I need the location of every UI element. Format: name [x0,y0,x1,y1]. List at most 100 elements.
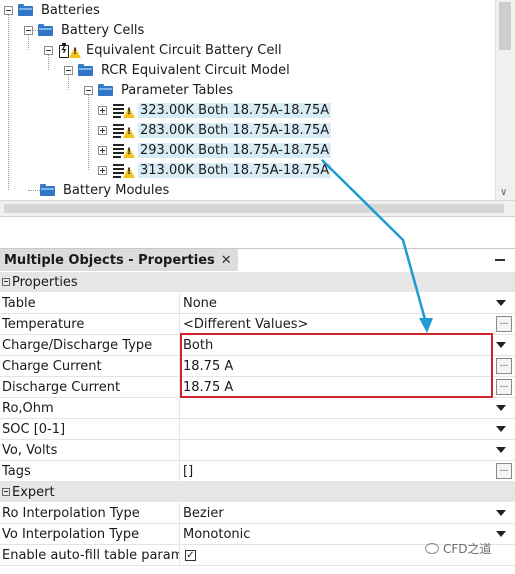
property-value[interactable]: Bezier [180,503,515,523]
ellipsis-button[interactable]: ... [496,316,512,332]
collapse-icon[interactable] [24,25,33,35]
ellipsis-button[interactable]: ... [496,358,512,374]
dropdown-arrow-icon[interactable] [496,405,506,411]
warning-icon [123,166,135,178]
expand-icon[interactable] [98,165,107,175]
tree-item-table-293k[interactable]: 293.00K Both 18.75A-18.75A [98,140,332,160]
tree-item-table-313k[interactable]: 313.00K Both 18.75A-18.75A [98,160,332,180]
value-text: Bezier [183,505,224,521]
tree-item-battery-modules[interactable]: Battery Modules [40,180,171,200]
property-name: Ro Interpolation Type [0,503,180,523]
tree-item-label: Battery Cells [61,22,145,38]
close-icon[interactable]: ✕ [221,253,232,268]
value-text: None [183,295,217,311]
collapse-icon[interactable] [84,85,93,95]
tree-horizontal-scrollbar[interactable] [0,200,515,216]
property-value[interactable]: []... [180,461,515,481]
folder-icon [78,64,93,76]
property-grid: Properties Table None Temperature <Diffe… [0,272,515,566]
watermark-text: CFD之道 [443,542,492,556]
property-row-ro-interpolation[interactable]: Ro Interpolation Type Bezier [0,503,515,524]
dropdown-arrow-icon[interactable] [496,531,506,537]
expand-icon[interactable] [98,105,107,115]
expand-icon[interactable] [98,125,107,135]
warning-icon [123,126,135,138]
warning-icon [123,146,135,158]
property-value[interactable]: None [180,293,515,313]
dropdown-arrow-icon[interactable] [496,426,506,432]
scroll-down-icon[interactable]: ∨ [500,187,507,198]
collapse-icon[interactable] [2,278,10,286]
property-row-temperature[interactable]: Temperature <Different Values>... [0,314,515,335]
tree-item-equivalent-circuit-cell[interactable]: ϟ Equivalent Circuit Battery Cell [44,40,284,60]
tree-item-label: Equivalent Circuit Battery Cell [86,42,282,58]
section-expert[interactable]: Expert [0,482,515,503]
property-name: Table [0,293,180,313]
property-value[interactable]: <Different Values>... [180,314,515,334]
folder-icon [40,184,55,196]
property-name: Vo Interpolation Type [0,524,180,544]
tree-item-label: 323.00K Both 18.75A-18.75A [138,102,332,118]
tree-item-batteries[interactable]: Batteries [4,0,102,20]
property-name: Charge/Discharge Type [0,335,180,355]
tree-vertical-scrollbar[interactable]: ∨ [495,0,515,200]
tree-connector [8,10,9,190]
collapse-icon[interactable] [44,45,53,55]
dropdown-arrow-icon[interactable] [496,510,506,516]
value-text: Monotonic [183,526,251,542]
property-name: Tags [0,461,180,481]
model-tree: Batteries Battery Cells ϟ Equivalent Cir… [0,0,515,200]
ellipsis-button[interactable]: ... [496,379,512,395]
dropdown-arrow-icon[interactable] [496,342,506,348]
property-value[interactable] [180,419,515,439]
property-row-tags[interactable]: Tags []... [0,461,515,482]
property-name: SOC [0-1] [0,419,180,439]
value-text: <Different Values> [183,316,309,332]
property-name: Temperature [0,314,180,334]
value-text: [] [183,463,194,479]
tree-item-battery-cells[interactable]: Battery Cells [24,20,146,40]
tree-connector [28,190,40,191]
warning-icon [123,106,135,118]
auto-fill-checkbox[interactable]: ✓ [185,549,196,561]
tab-properties[interactable]: Multiple Objects - Properties ✕ [0,249,238,271]
section-title: Expert [12,484,55,500]
property-value[interactable] [180,440,515,460]
collapse-icon[interactable] [4,5,13,15]
folder-icon [38,24,53,36]
property-value[interactable] [180,398,515,418]
tree-item-label: 313.00K Both 18.75A-18.75A [138,162,332,178]
wechat-icon [425,543,439,554]
tree-item-label: Battery Modules [63,182,170,198]
dropdown-arrow-icon[interactable] [496,447,506,453]
ellipsis-button[interactable]: ... [496,463,512,479]
scrollbar-thumb[interactable] [4,204,504,213]
dropdown-arrow-icon[interactable] [496,300,506,306]
section-properties[interactable]: Properties [0,272,515,293]
tree-item-table-283k[interactable]: 283.00K Both 18.75A-18.75A [98,120,332,140]
property-row-soc[interactable]: SOC [0-1] [0,419,515,440]
collapse-icon[interactable] [2,488,10,496]
tree-item-label: 283.00K Both 18.75A-18.75A [138,122,332,138]
tree-item-label: Parameter Tables [121,82,234,98]
property-row-ro-ohm[interactable]: Ro,Ohm [0,398,515,419]
tree-item-table-323k[interactable]: 323.00K Both 18.75A-18.75A [98,100,332,120]
tree-item-label: 293.00K Both 18.75A-18.75A [138,142,332,158]
highlight-box [180,333,493,398]
folder-icon [98,84,113,96]
scrollbar-thumb[interactable] [499,2,511,50]
tree-item-rcr-model[interactable]: RCR Equivalent Circuit Model [64,60,292,80]
collapse-icon[interactable] [64,65,73,75]
expand-icon[interactable] [98,145,107,155]
tree-connector [88,90,89,170]
property-name: Charge Current [0,356,180,376]
tree-item-parameter-tables[interactable]: Parameter Tables [84,80,235,100]
property-name: Enable auto-fill table parame [0,545,180,565]
warning-icon [69,46,81,58]
panel-gap [0,216,515,248]
section-title: Properties [12,274,78,290]
property-name: Vo, Volts [0,440,180,460]
minimize-icon[interactable] [495,259,505,261]
property-row-table[interactable]: Table None [0,293,515,314]
property-row-vo-volts[interactable]: Vo, Volts [0,440,515,461]
